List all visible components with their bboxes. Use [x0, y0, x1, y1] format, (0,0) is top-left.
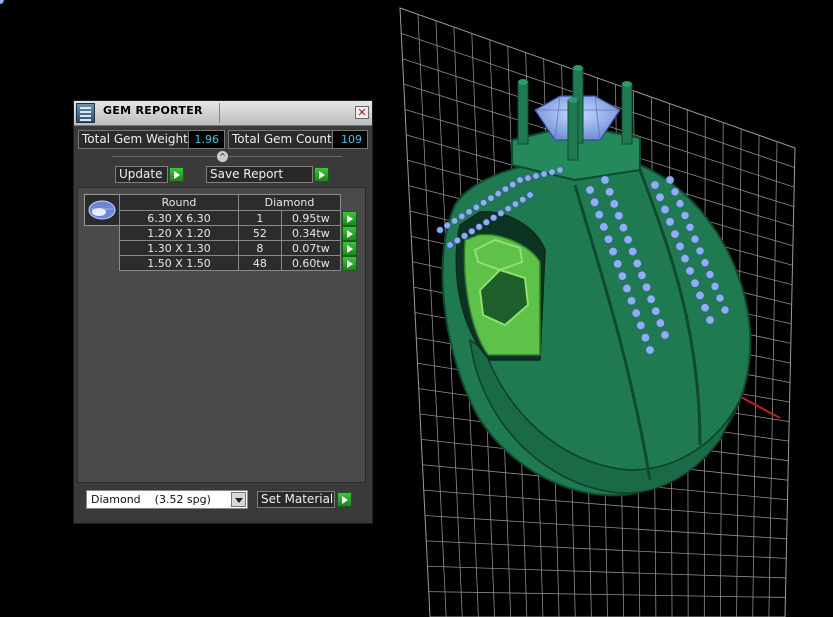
gem-weight-cell: 0.95tw — [280, 210, 342, 226]
play-arrow-icon[interactable] — [342, 210, 357, 226]
gem-reporter-panel: GEM REPORTER ✕ Total Gem Weight 1.96 Tot… — [73, 100, 373, 524]
table-row[interactable]: 6.30 X 6.30 1 0.95tw — [119, 210, 359, 226]
row-arrow-cell — [341, 255, 359, 271]
round-gem-icon[interactable] — [84, 194, 120, 226]
save-report-button[interactable]: Save Report — [206, 166, 313, 183]
table-header-material: Diamond — [238, 194, 341, 211]
gem-weight-cell: 0.34tw — [280, 225, 342, 241]
set-material-button[interactable]: Set Material — [257, 491, 335, 508]
gem-size-cell: 1.50 X 1.50 — [119, 255, 239, 271]
play-arrow-icon[interactable] — [342, 240, 357, 256]
gem-size-cell: 6.30 X 6.30 — [119, 210, 239, 226]
gem-count-cell: 8 — [238, 240, 282, 256]
gem-table: Round Diamond 6.30 X 6.30 1 0.95tw 1.20 … — [119, 194, 359, 271]
gem-count-cell: 48 — [238, 255, 282, 271]
collapse-icon[interactable]: ^ — [216, 150, 229, 163]
gem-weight-cell: 0.60tw — [280, 255, 342, 271]
table-row[interactable]: 1.20 X 1.20 52 0.34tw — [119, 225, 359, 241]
gem-reporter-icon — [76, 103, 95, 123]
close-icon[interactable]: ✕ — [355, 106, 369, 119]
gem-size-cell: 1.30 X 1.30 — [119, 240, 239, 256]
table-header-shape: Round — [119, 194, 239, 211]
titlebar-divider — [219, 103, 220, 123]
total-gem-weight-label: Total Gem Weight — [78, 130, 189, 149]
gem-size-cell: 1.20 X 1.20 — [119, 225, 239, 241]
gem-count-cell: 1 — [238, 210, 282, 226]
panel-title: GEM REPORTER — [103, 104, 203, 117]
material-select-value: Diamond (3.52 spg) — [91, 493, 211, 506]
set-material-arrow-icon[interactable] — [337, 492, 352, 507]
chevron-down-icon[interactable] — [231, 492, 246, 507]
material-select[interactable]: Diamond (3.52 spg) — [86, 490, 248, 509]
play-arrow-icon[interactable] — [342, 225, 357, 241]
table-row[interactable]: 1.30 X 1.30 8 0.07tw — [119, 240, 359, 256]
total-gem-count-value: 109 — [332, 130, 368, 149]
total-gem-weight-value: 1.96 — [188, 130, 225, 149]
row-arrow-cell — [341, 210, 359, 226]
gem-count-cell: 52 — [238, 225, 282, 241]
update-arrow-icon[interactable] — [169, 167, 184, 182]
total-gem-count-label: Total Gem Count — [228, 130, 333, 149]
table-row[interactable]: 1.50 X 1.50 48 0.60tw — [119, 255, 359, 271]
save-report-arrow-icon[interactable] — [314, 167, 329, 182]
gem-list-area: Round Diamond 6.30 X 6.30 1 0.95tw 1.20 … — [77, 187, 366, 483]
play-arrow-icon[interactable] — [342, 255, 357, 271]
row-arrow-cell — [341, 240, 359, 256]
panel-titlebar[interactable]: GEM REPORTER ✕ — [74, 101, 372, 126]
row-arrow-cell — [341, 225, 359, 241]
table-header-spacer — [341, 195, 359, 211]
gem-weight-cell: 0.07tw — [280, 240, 342, 256]
update-button[interactable]: Update — [115, 166, 168, 183]
